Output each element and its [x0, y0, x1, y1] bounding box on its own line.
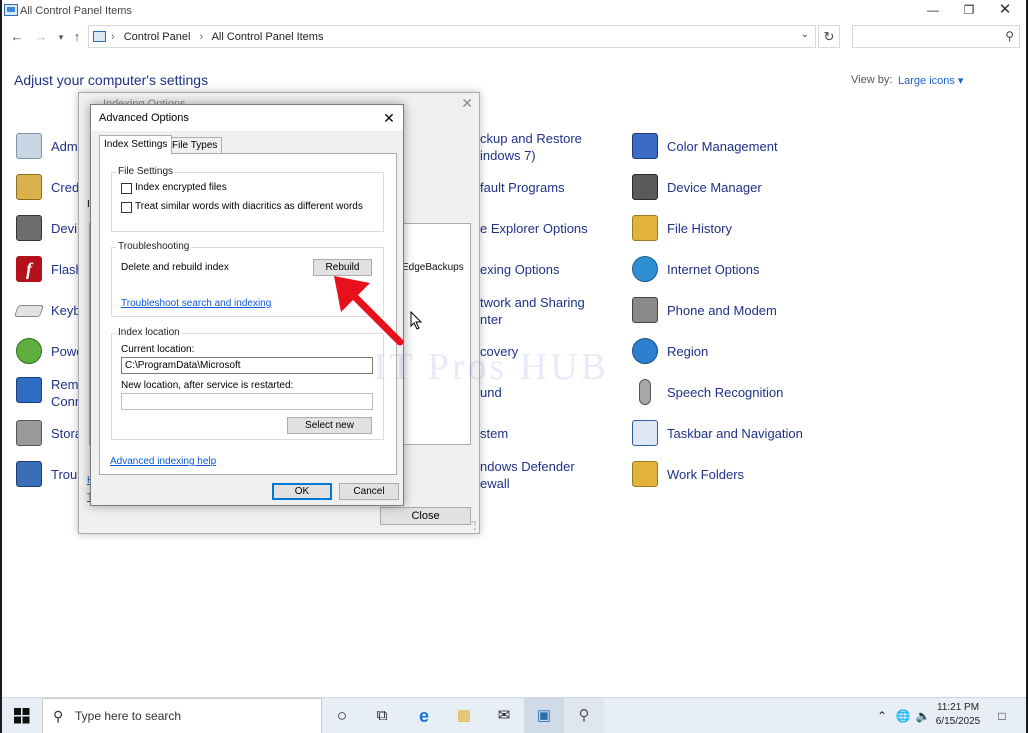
indexing-close-button[interactable]: Close [380, 507, 471, 525]
select-new-button[interactable]: Select new [287, 417, 372, 434]
indexing-taskbar-icon[interactable]: ⚲ [564, 698, 604, 733]
breadcrumb-control-panel[interactable]: Control Panel [124, 31, 191, 43]
delete-rebuild-label: Delete and rebuild index [121, 262, 229, 273]
minimize-button[interactable]: — [914, 0, 952, 22]
control-panel-icon [93, 31, 106, 42]
close-button[interactable]: ✕ [986, 0, 1024, 22]
file-settings-group: File Settings Index encrypted files Trea… [111, 166, 384, 232]
forward-arrow-icon[interactable]: → [32, 28, 50, 46]
control-panel-taskbar-icon[interactable]: ▣ [524, 698, 564, 733]
file-settings-label: File Settings [116, 166, 176, 177]
network-globe-icon[interactable]: 🌐 [894, 698, 912, 733]
window-title: All Control Panel Items [20, 5, 132, 17]
advanced-options-dialog: Advanced Options ✕ Index Settings File T… [90, 104, 404, 506]
resize-grip-icon[interactable]: ⢙ [470, 520, 477, 531]
taskbar-icon [632, 420, 658, 446]
new-location-field [121, 393, 373, 410]
list-item[interactable]: EdgeBackups [402, 262, 464, 273]
chevron-up-icon[interactable]: ⌃ [874, 698, 890, 733]
page-title: Adjust your computer's settings [14, 72, 209, 88]
control-panel-icon [4, 4, 18, 16]
devices-printers-icon [16, 215, 42, 241]
navigation-bar: ← → ▾ ↑ › Control Panel › All Control Pa… [2, 22, 1026, 52]
title-bar: All Control Panel Items — ❐ ✕ [2, 0, 1026, 22]
system-clock[interactable]: 11:21 PM 6/15/2025 [932, 701, 984, 729]
index-encrypted-label[interactable]: Index encrypted files [135, 182, 227, 193]
file-history-icon [632, 215, 658, 241]
cancel-button[interactable]: Cancel [339, 483, 399, 500]
clock-date: 6/15/2025 [935, 716, 981, 727]
ok-button[interactable]: OK [272, 483, 332, 500]
rebuild-button[interactable]: Rebuild [313, 259, 372, 276]
refresh-button[interactable]: ↻ [818, 25, 840, 48]
index-location-label: Index location [116, 327, 182, 338]
mouse-cursor-icon [410, 311, 423, 330]
notifications-icon[interactable]: □ [990, 698, 1014, 733]
breadcrumb-separator-icon: › [111, 31, 115, 43]
taskbar-search-placeholder: Type here to search [75, 709, 182, 723]
tab-file-types[interactable]: File Types [167, 137, 223, 154]
clock-time: 11:21 PM [936, 702, 980, 713]
microphone-icon [639, 379, 651, 405]
tab-index-settings[interactable]: Index Settings [99, 135, 173, 154]
keyboard-icon [13, 305, 45, 317]
refresh-icon: ↻ [823, 29, 835, 44]
troubleshoot-link[interactable]: Troubleshoot search and indexing [121, 298, 271, 309]
color-management-icon [632, 133, 658, 159]
current-location-label: Current location: [121, 344, 195, 355]
index-location-group: Index location Current location: C:\Prog… [111, 327, 384, 440]
diacritics-checkbox[interactable] [121, 202, 132, 213]
flash-player-icon: f [16, 256, 42, 282]
current-location-field: C:\ProgramData\Microsoft [121, 357, 373, 374]
search-icon: ⚲ [53, 708, 64, 724]
index-encrypted-checkbox[interactable] [121, 183, 132, 194]
maximize-button[interactable]: ❐ [950, 0, 988, 22]
index-settings-panel: File Settings Index encrypted files Trea… [99, 153, 397, 475]
control-panel-window: All Control Panel Items — ❐ ✕ ← → ▾ ↑ › … [2, 0, 1026, 733]
work-folders-icon [632, 461, 658, 487]
troubleshooting-group: Troubleshooting Delete and rebuild index… [111, 241, 384, 317]
administrative-tools-icon [16, 133, 42, 159]
breadcrumb: › Control Panel › All Control Panel Item… [111, 31, 329, 43]
breadcrumb-separator-icon: › [199, 31, 204, 43]
indexing-close-icon[interactable]: ✕ [461, 95, 473, 112]
cortana-icon[interactable]: ○ [322, 698, 362, 733]
search-box[interactable]: ⚲ [852, 25, 1020, 48]
internet-options-icon [632, 256, 658, 282]
search-input[interactable] [855, 28, 995, 45]
edge-browser-icon[interactable]: e [404, 698, 444, 733]
up-arrow-icon[interactable]: ↑ [68, 28, 86, 46]
windows-logo-icon [14, 708, 30, 724]
device-manager-icon [632, 174, 658, 200]
troubleshooting-icon [16, 461, 42, 487]
breadcrumb-all-items[interactable]: All Control Panel Items [212, 31, 324, 43]
region-icon [632, 338, 658, 364]
troubleshooting-label: Troubleshooting [116, 241, 192, 252]
advanced-indexing-help-link[interactable]: Advanced indexing help [110, 456, 216, 467]
volume-icon[interactable]: 🔈 [914, 698, 932, 733]
advanced-dialog-titlebar: Advanced Options ✕ [91, 105, 403, 131]
advanced-dialog-title: Advanced Options [99, 112, 189, 124]
start-button[interactable] [2, 698, 42, 733]
address-bar[interactable]: › Control Panel › All Control Panel Item… [88, 25, 816, 48]
credential-manager-icon [16, 174, 42, 200]
taskbar: ⚲ Type here to search ○ ⧉ e ▩ ✉ ▣ ⚲ ⌃ 🌐 … [2, 697, 1026, 733]
remoteapp-icon [16, 377, 42, 403]
chevron-down-icon[interactable]: ⌄ [801, 29, 809, 40]
mail-icon[interactable]: ✉ [484, 698, 524, 733]
diacritics-label[interactable]: Treat similar words with diacritics as d… [135, 201, 363, 212]
view-by-dropdown[interactable]: Large icons [898, 74, 963, 87]
power-options-icon [16, 338, 42, 364]
view-by-label: View by: [851, 74, 893, 86]
close-icon[interactable]: ✕ [379, 108, 399, 128]
phone-modem-icon [632, 297, 658, 323]
search-icon[interactable]: ⚲ [1005, 29, 1014, 43]
file-explorer-icon[interactable]: ▩ [444, 698, 484, 733]
new-location-label: New location, after service is restarted… [121, 380, 294, 391]
task-view-icon[interactable]: ⧉ [362, 698, 402, 733]
taskbar-search-box[interactable]: ⚲ Type here to search [42, 698, 322, 733]
storage-spaces-icon [16, 420, 42, 446]
back-arrow-icon[interactable]: ← [8, 28, 26, 46]
